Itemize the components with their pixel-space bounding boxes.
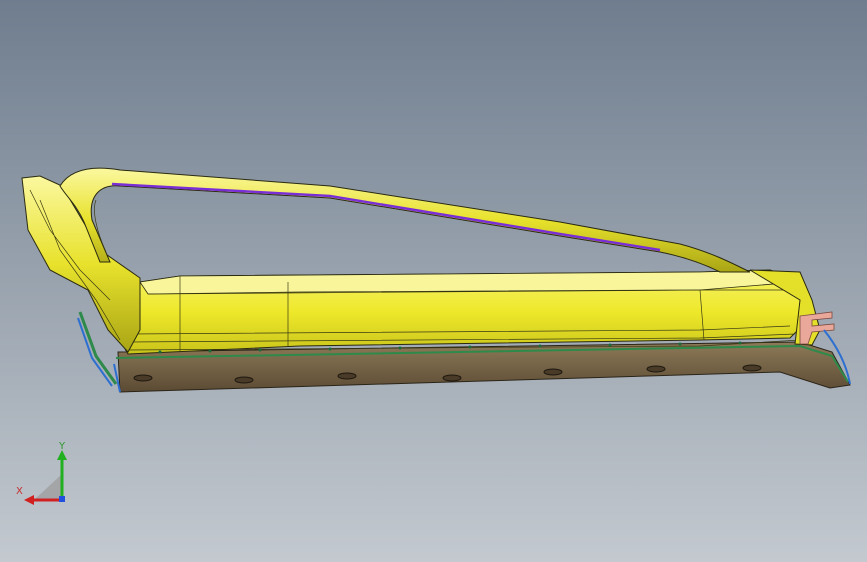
y-axis-label: Y	[59, 441, 66, 452]
viewport-canvas[interactable]	[0, 0, 867, 562]
x-axis-label: X	[16, 486, 23, 497]
axis-triad-graphic	[24, 450, 67, 505]
3d-viewport[interactable]: Y X	[0, 0, 867, 562]
axis-triad: Y X	[12, 438, 82, 508]
z-axis-marker	[59, 496, 65, 502]
